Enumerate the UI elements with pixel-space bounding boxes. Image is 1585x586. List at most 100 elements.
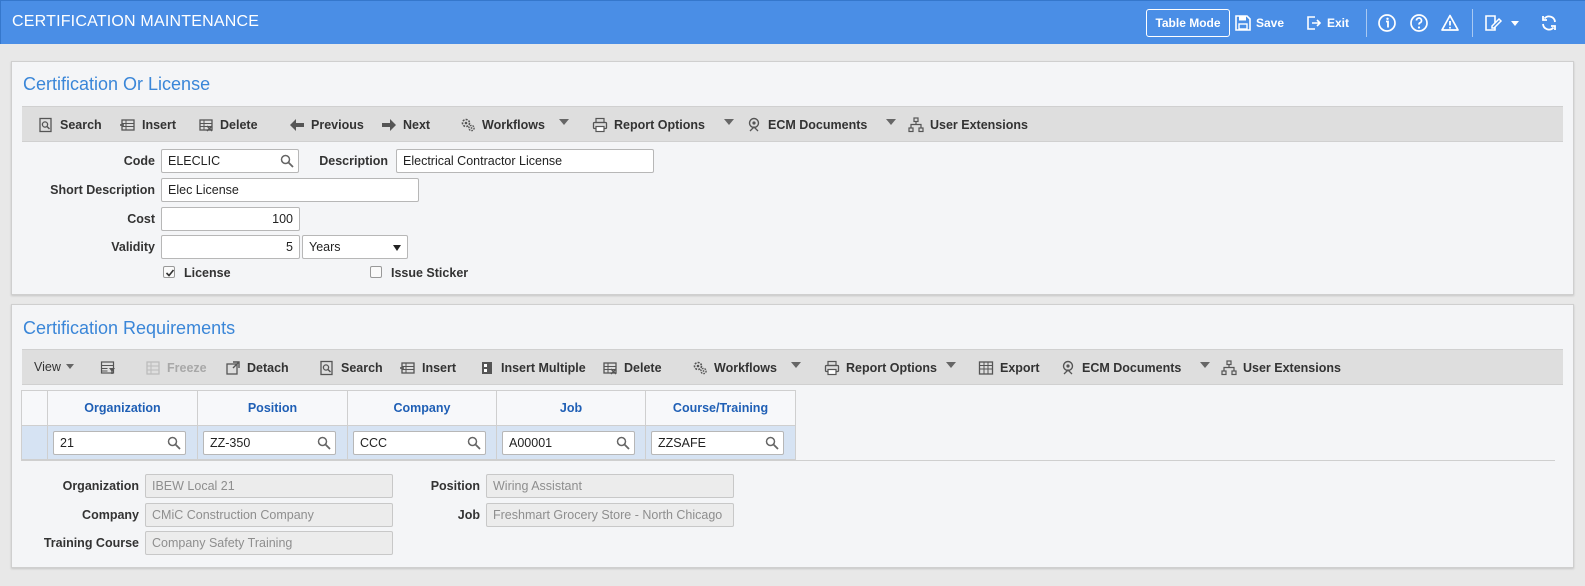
search-icon[interactable] bbox=[167, 436, 181, 450]
course-training-value: ZZSAFE bbox=[658, 436, 706, 450]
insert-label: Insert bbox=[142, 118, 177, 132]
caret-down-icon bbox=[393, 245, 401, 251]
detach-label: Detach bbox=[247, 361, 289, 375]
export-button[interactable]: Export bbox=[978, 360, 1040, 376]
column-header-organization[interactable]: Organization bbox=[47, 390, 198, 426]
help-icon[interactable] bbox=[1409, 13, 1429, 33]
license-checkbox[interactable] bbox=[163, 266, 175, 278]
insert-multiple-icon bbox=[482, 362, 492, 374]
search-button[interactable]: Search bbox=[38, 117, 102, 133]
chevron-down-icon[interactable] bbox=[1509, 17, 1521, 29]
search-icon[interactable] bbox=[317, 436, 331, 450]
insert-row-icon bbox=[120, 119, 135, 131]
save-icon bbox=[1235, 15, 1251, 31]
course-training-input[interactable]: ZZSAFE bbox=[651, 431, 784, 455]
position-value: ZZ-350 bbox=[210, 436, 251, 450]
gears-icon bbox=[461, 118, 475, 132]
row-selector[interactable] bbox=[21, 426, 48, 460]
search-icon[interactable] bbox=[616, 436, 630, 450]
ecm-icon bbox=[1062, 360, 1074, 375]
grid-workflows-label: Workflows bbox=[714, 361, 777, 375]
search-icon[interactable] bbox=[467, 436, 481, 450]
code-field[interactable]: ELECLIC bbox=[161, 149, 299, 173]
ecm-documents-button[interactable]: ECM Documents bbox=[746, 117, 867, 133]
report-options-button[interactable]: Report Options bbox=[592, 117, 705, 133]
position-input[interactable]: ZZ-350 bbox=[203, 431, 336, 455]
table-cell-course-training: ZZSAFE bbox=[645, 426, 796, 460]
info-icon[interactable] bbox=[1377, 13, 1397, 33]
grid-search-button[interactable]: Search bbox=[319, 360, 383, 376]
delete-row-icon bbox=[603, 362, 617, 375]
workflows-label: Workflows bbox=[482, 118, 545, 132]
column-header-course-training[interactable]: Course/Training bbox=[645, 390, 796, 426]
grid-report-options-button[interactable]: Report Options bbox=[824, 360, 937, 376]
workflows-dropdown-caret[interactable] bbox=[559, 119, 569, 125]
column-header-job[interactable]: Job bbox=[496, 390, 646, 426]
table-mode-button[interactable]: Table Mode bbox=[1146, 9, 1230, 37]
job-detail-label: Job bbox=[457, 508, 480, 522]
grid-ecm-documents-dropdown-caret[interactable] bbox=[1200, 362, 1210, 368]
grid-workflows-dropdown-caret[interactable] bbox=[791, 362, 801, 368]
user-extensions-button[interactable]: User Extensions bbox=[908, 117, 1028, 133]
grid-search-label: Search bbox=[341, 361, 383, 375]
cost-field[interactable]: 100 bbox=[161, 207, 300, 231]
next-button[interactable]: Next bbox=[381, 117, 430, 133]
view-menu[interactable]: View bbox=[34, 360, 61, 374]
detach-button[interactable]: Detach bbox=[225, 360, 289, 376]
description-label: Description bbox=[319, 154, 388, 168]
arrow-right-icon bbox=[382, 119, 396, 131]
column-header-company[interactable]: Company bbox=[347, 390, 497, 426]
report-options-dropdown-caret[interactable] bbox=[724, 119, 734, 125]
warning-icon[interactable] bbox=[1440, 13, 1460, 33]
insert-button[interactable]: Insert bbox=[120, 117, 176, 133]
checkmark-icon bbox=[165, 269, 175, 277]
previous-button[interactable]: Previous bbox=[289, 117, 364, 133]
exit-button[interactable]: Exit bbox=[1306, 15, 1349, 31]
refresh-icon[interactable] bbox=[1539, 13, 1559, 33]
grid-insert-button[interactable]: Insert bbox=[400, 360, 456, 376]
grid-delete-button[interactable]: Delete bbox=[602, 360, 662, 376]
training-course-detail-field: Company Safety Training bbox=[145, 531, 393, 555]
edit-note-icon[interactable] bbox=[1483, 13, 1503, 33]
position-detail-label: Position bbox=[430, 479, 480, 493]
ecm-documents-dropdown-caret[interactable] bbox=[886, 119, 896, 125]
filter-columns-button[interactable] bbox=[100, 360, 116, 376]
certification-panel: Certification Or License Search Insert D… bbox=[11, 61, 1574, 295]
requirements-panel-title: Certification Requirements bbox=[23, 318, 236, 338]
workflows-button[interactable]: Workflows bbox=[460, 117, 545, 133]
validity-unit-select[interactable]: Years bbox=[302, 235, 408, 259]
grid-ecm-documents-button[interactable]: ECM Documents bbox=[1060, 360, 1181, 376]
insert-row-icon bbox=[400, 362, 415, 374]
save-button[interactable]: Save bbox=[1235, 15, 1284, 31]
save-label: Save bbox=[1256, 16, 1285, 30]
grid-workflows-button[interactable]: Workflows bbox=[692, 360, 777, 376]
column-header-position[interactable]: Position bbox=[197, 390, 348, 426]
position-detail-field: Wiring Assistant bbox=[486, 474, 734, 498]
delete-button[interactable]: Delete bbox=[198, 117, 258, 133]
license-label: License bbox=[184, 266, 231, 280]
search-icon[interactable] bbox=[280, 154, 294, 168]
ecm-icon bbox=[748, 117, 760, 132]
view-dropdown-caret[interactable] bbox=[66, 364, 74, 369]
header-divider bbox=[1366, 9, 1367, 37]
search-icon[interactable] bbox=[765, 436, 779, 450]
previous-label: Previous bbox=[311, 118, 364, 132]
job-input[interactable]: A00001 bbox=[502, 431, 635, 455]
issue-sticker-checkbox[interactable] bbox=[370, 266, 382, 278]
organization-input[interactable]: 21 bbox=[53, 431, 186, 455]
company-detail-label: Company bbox=[82, 508, 139, 522]
grid-report-options-dropdown-caret[interactable] bbox=[946, 362, 956, 368]
company-value: CCC bbox=[360, 436, 388, 450]
table-cell-company: CCC bbox=[347, 426, 497, 460]
freeze-button[interactable]: Freeze bbox=[145, 360, 207, 376]
exit-label: Exit bbox=[1327, 16, 1350, 30]
export-label: Export bbox=[1000, 361, 1040, 375]
short-description-field[interactable]: Elec License bbox=[161, 178, 419, 202]
insert-multiple-button[interactable]: Insert Multiple bbox=[479, 360, 586, 376]
description-field[interactable]: Electrical Contractor License bbox=[396, 149, 654, 173]
company-input[interactable]: CCC bbox=[353, 431, 486, 455]
validity-field[interactable]: 5 bbox=[161, 235, 300, 259]
grid-user-extensions-button[interactable]: User Extensions bbox=[1221, 360, 1341, 376]
hierarchy-icon bbox=[908, 117, 924, 133]
row-selector-header bbox=[21, 390, 48, 426]
